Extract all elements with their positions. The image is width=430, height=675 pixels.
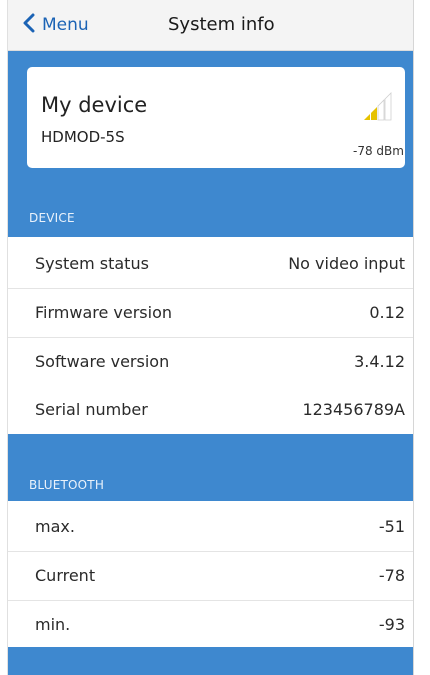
signal-bar-1: [364, 114, 370, 120]
firmware-version-label: Firmware version: [35, 303, 173, 322]
serial-number-label: Serial number: [35, 400, 148, 419]
bluetooth-section-title: BLUETOOTH: [29, 478, 105, 492]
list-item-bluetooth-max: max. -51: [8, 503, 414, 552]
back-button[interactable]: Menu: [22, 12, 89, 38]
signal-strength-icon: [364, 92, 392, 121]
firmware-version-value: 0.12: [369, 303, 405, 322]
list-item-serial-number: Serial number 123456789A: [8, 386, 414, 434]
device-card[interactable]: [27, 67, 405, 168]
software-version-label: Software version: [35, 352, 170, 371]
next-section-header: [8, 647, 414, 675]
list-item-bluetooth-min: min. -93: [8, 601, 414, 649]
list-item-bluetooth-current: Current -78: [8, 552, 414, 601]
system-status-label: System status: [35, 254, 149, 273]
right-margin: [413, 0, 430, 675]
software-version-value: 3.4.12: [354, 352, 405, 371]
bluetooth-min-value: -93: [378, 615, 405, 634]
back-button-label: Menu: [42, 15, 89, 35]
bluetooth-min-label: min.: [35, 615, 71, 634]
navigation-bar: Menu System info: [8, 0, 414, 51]
list-item-system-status: System status No video input: [8, 240, 414, 289]
bluetooth-max-value: -51: [378, 517, 405, 536]
bluetooth-current-value: -78: [378, 566, 405, 585]
left-margin: [0, 0, 7, 675]
system-status-value: No video input: [288, 254, 405, 273]
chevron-left-icon: [22, 13, 42, 37]
page-title: System info: [168, 14, 275, 35]
device-section-title: DEVICE: [29, 211, 75, 225]
list-item-firmware-version: Firmware version 0.12: [8, 289, 414, 338]
signal-bar-4: [384, 92, 392, 121]
signal-bar-2: [371, 107, 377, 120]
device-model: HDMOD-5S: [41, 128, 125, 146]
signal-value: -78 dBm: [353, 144, 404, 158]
system-info-view: Menu System info My device HDMOD-5S -78 …: [7, 0, 414, 675]
device-name: My device: [41, 93, 148, 117]
bluetooth-max-label: max.: [35, 517, 75, 536]
serial-number-value: 123456789A: [302, 400, 405, 419]
bluetooth-current-label: Current: [35, 566, 96, 585]
list-item-software-version: Software version 3.4.12: [8, 338, 414, 387]
signal-bar-3: [377, 99, 385, 121]
screen: Menu System info My device HDMOD-5S -78 …: [0, 0, 430, 675]
